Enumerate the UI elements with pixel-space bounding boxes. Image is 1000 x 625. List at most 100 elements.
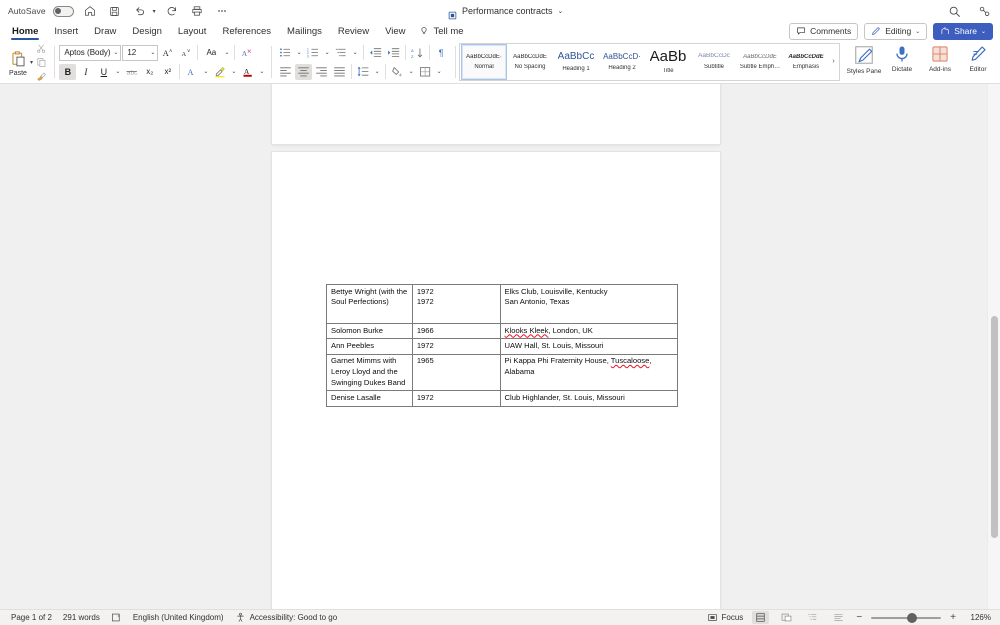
table-row[interactable]: Solomon Burke 1966 Klooks Kleek, London,…	[326, 323, 679, 340]
more-commands-icon[interactable]	[213, 2, 231, 20]
style-subtitle[interactable]: AaBbCcDc Subtitle	[691, 43, 737, 80]
cell-year[interactable]: 1972 1972	[411, 283, 501, 325]
multilevel-caret[interactable]: ⌄	[351, 45, 360, 61]
table-row[interactable]: Garnet Mimms with Leroy Lloyd and the Sw…	[326, 353, 679, 392]
table-row[interactable]: Denise Lasalle 1972 Club Highlander, St.…	[326, 390, 679, 407]
save-icon[interactable]	[106, 2, 124, 20]
paste-button[interactable]: Paste	[3, 48, 33, 77]
style-emphasis[interactable]: AaBbCcDdE Emphasis	[783, 43, 829, 80]
format-painter-icon[interactable]	[34, 70, 49, 83]
borders-icon[interactable]	[417, 64, 434, 80]
cell-year[interactable]: 1966	[411, 323, 501, 340]
tab-mailings[interactable]: Mailings	[279, 22, 330, 40]
page-number[interactable]: Page 1 of 2	[11, 613, 52, 622]
show-formatting-marks-icon[interactable]: ¶	[433, 45, 450, 61]
cell-venue[interactable]: Klooks Kleek, London, UK	[499, 323, 679, 340]
focus-mode-button[interactable]: Focus	[707, 612, 743, 623]
language-label[interactable]: English (United Kingdom)	[133, 613, 224, 622]
shrink-font-icon[interactable]: A ˅	[177, 45, 194, 61]
cell-artist[interactable]: Bettye Wright (with the Soul Perfections…	[326, 283, 413, 325]
chevron-down-icon[interactable]: ⌄	[915, 28, 920, 35]
proofing-errors-icon[interactable]: ×	[111, 612, 122, 623]
style-heading-1[interactable]: AaBbCc Heading 1	[553, 43, 599, 80]
document-title-caret[interactable]: ⌄	[558, 7, 564, 15]
cell-venue[interactable]: Club Highlander, St. Louis, Missouri	[499, 390, 679, 407]
text-effects-icon[interactable]: A	[183, 64, 200, 80]
add-ins-button[interactable]: Add-ins	[921, 41, 959, 83]
subscript-button[interactable]: x₂	[141, 64, 158, 80]
table-row[interactable]: Bettye Wright (with the Soul Perfections…	[326, 283, 679, 325]
line-spacing-icon[interactable]	[355, 64, 372, 80]
scrollbar-thumb[interactable]	[991, 316, 998, 538]
zoom-out-button[interactable]: −	[856, 612, 862, 623]
style-normal[interactable]: AaBbCcDdE· Normal	[461, 43, 507, 80]
home-icon[interactable]	[81, 2, 99, 20]
align-left-icon[interactable]	[277, 64, 294, 80]
font-size-combo[interactable]: 12 ⌄	[122, 44, 159, 61]
tab-draw[interactable]: Draw	[86, 22, 124, 40]
comments-button[interactable]: Comments	[789, 22, 859, 40]
vertical-scrollbar[interactable]	[987, 84, 1000, 609]
cell-artist[interactable]: Ann Peebles	[326, 338, 413, 355]
align-right-icon[interactable]	[313, 64, 330, 80]
multilevel-list-icon[interactable]	[333, 45, 350, 61]
copy-icon[interactable]	[34, 56, 49, 69]
cell-artist[interactable]: Denise Lasalle	[326, 390, 413, 407]
underline-button[interactable]: U	[95, 64, 112, 80]
text-highlight-icon[interactable]	[211, 64, 228, 80]
search-icon[interactable]	[945, 2, 963, 20]
scissors-icon[interactable]	[34, 42, 49, 55]
underline-caret[interactable]: ⌄	[113, 64, 122, 80]
zoom-level[interactable]: 126%	[965, 613, 991, 622]
increase-indent-icon[interactable]	[385, 45, 402, 61]
tab-references[interactable]: References	[214, 22, 279, 40]
web-layout-view[interactable]	[778, 611, 795, 624]
justify-icon[interactable]	[331, 64, 348, 80]
italic-button[interactable]: I	[77, 64, 94, 80]
decrease-indent-icon[interactable]	[367, 45, 384, 61]
redo-icon[interactable]	[163, 2, 181, 20]
chevron-down-icon[interactable]: ⌄	[150, 49, 155, 56]
word-count[interactable]: 291 words	[63, 613, 100, 622]
chevron-down-icon[interactable]: ⌄	[113, 49, 118, 56]
cell-venue[interactable]: Pi Kappa Phi Fraternity House, Tuscaloos…	[499, 353, 679, 392]
font-color-icon[interactable]: A	[239, 64, 256, 80]
undo-dropdown-caret[interactable]: ▾	[153, 8, 156, 15]
zoom-in-button[interactable]: +	[950, 612, 956, 623]
grow-font-icon[interactable]: A ˄	[159, 45, 176, 61]
cell-artist[interactable]: Garnet Mimms with Leroy Lloyd and the Sw…	[326, 353, 413, 392]
tab-view[interactable]: View	[377, 22, 413, 40]
font-color-caret[interactable]: ⌄	[257, 64, 266, 80]
strikethrough-icon[interactable]: abc	[123, 64, 140, 80]
accessibility-status[interactable]: Accessibility: Good to go	[235, 612, 337, 623]
style-heading-2[interactable]: AaBbCcD· Heading 2	[599, 43, 645, 80]
tab-home[interactable]: Home	[4, 22, 46, 40]
shading-icon[interactable]	[389, 64, 406, 80]
align-center-icon[interactable]	[294, 63, 312, 80]
style-no-spacing[interactable]: AaBbCcDdE No Spacing	[507, 43, 553, 80]
document-title-area[interactable]: Performance contracts ⌄	[448, 0, 563, 22]
tab-layout[interactable]: Layout	[170, 22, 215, 40]
undo-icon[interactable]	[131, 2, 149, 20]
document-canvas[interactable]: Bettye Wright (with the Soul Perfections…	[0, 84, 1000, 609]
tab-review[interactable]: Review	[330, 22, 377, 40]
table-row[interactable]: Ann Peebles 1972 UAW Hall, St. Louis, Mi…	[326, 338, 679, 355]
zoom-slider-knob[interactable]	[907, 612, 918, 623]
font-name-combo[interactable]: Aptos (Body) ⌄	[59, 44, 122, 61]
cell-year[interactable]: 1972	[411, 390, 501, 407]
style-title[interactable]: AaBb Title	[645, 43, 691, 80]
autosave-toggle[interactable]	[52, 5, 74, 17]
numbering-icon[interactable]: 123	[305, 45, 322, 61]
highlight-caret[interactable]: ⌄	[229, 64, 238, 80]
cell-year[interactable]: 1972	[411, 338, 501, 355]
bullets-icon[interactable]	[277, 45, 294, 61]
superscript-button[interactable]: x²	[159, 64, 176, 80]
line-spacing-caret[interactable]: ⌄	[373, 64, 382, 80]
editing-mode-button[interactable]: Editing ⌄	[864, 22, 928, 40]
bold-button[interactable]: B	[59, 63, 77, 80]
text-effects-caret[interactable]: ⌄	[201, 64, 210, 80]
cell-year[interactable]: 1965	[411, 353, 501, 392]
zoom-slider[interactable]	[871, 612, 942, 623]
performance-contracts-table[interactable]: Bettye Wright (with the Soul Perfections…	[326, 283, 679, 407]
numbering-caret[interactable]: ⌄	[323, 45, 332, 61]
